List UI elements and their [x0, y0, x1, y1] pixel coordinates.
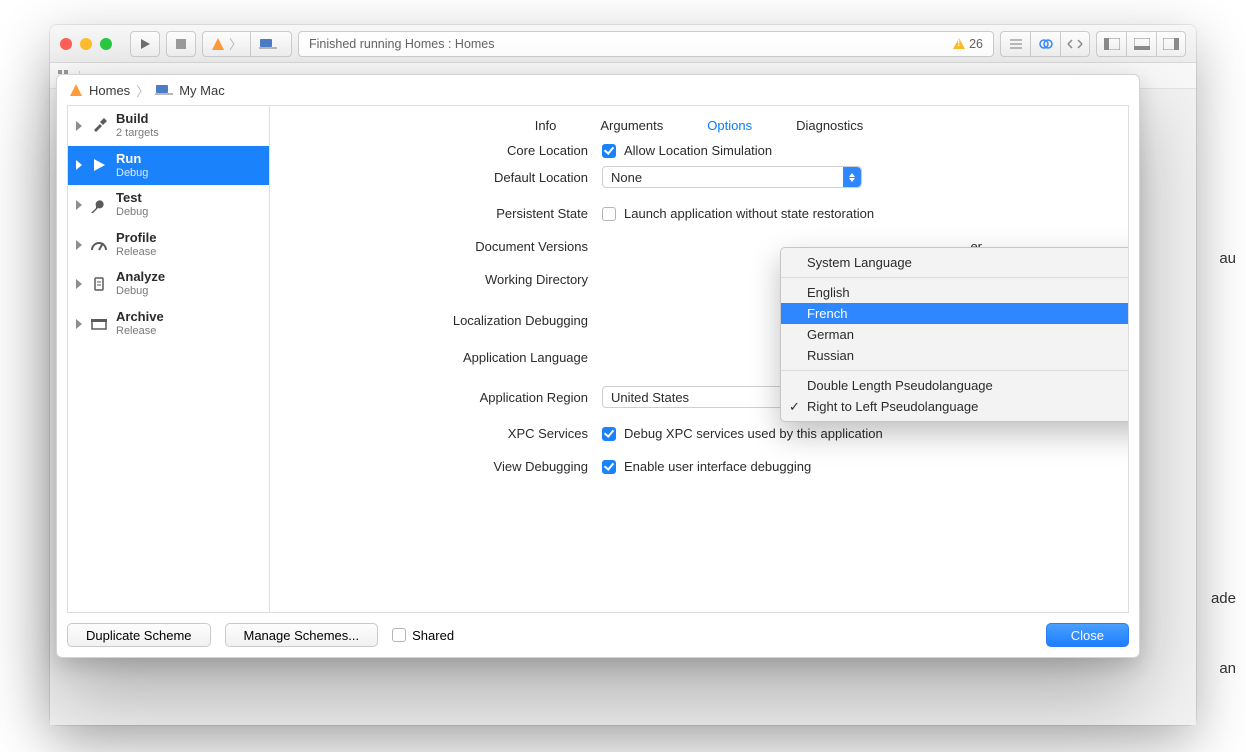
- application-region-value: United States: [611, 390, 689, 405]
- background-text: au: [1219, 250, 1236, 267]
- breadcrumb-destination: My Mac: [179, 83, 225, 98]
- allow-location-simulation-text: Allow Location Simulation: [624, 143, 772, 158]
- xpc-checkbox[interactable]: [602, 427, 616, 441]
- menu-item[interactable]: English: [781, 282, 1128, 303]
- xpc-text: Debug XPC services used by this applicat…: [624, 426, 883, 441]
- gauge-icon: [90, 239, 108, 251]
- default-location-popup[interactable]: None: [602, 166, 862, 188]
- stop-button[interactable]: [166, 31, 196, 57]
- application-region-label: Application Region: [288, 390, 588, 405]
- phase-build[interactable]: Build2 targets: [68, 106, 269, 146]
- destination-mac-icon: [259, 38, 277, 50]
- menu-separator: [781, 370, 1128, 371]
- application-language-label: Application Language: [288, 350, 588, 365]
- close-button[interactable]: Close: [1046, 623, 1129, 647]
- menu-item[interactable]: French: [781, 303, 1128, 324]
- duplicate-scheme-button[interactable]: Duplicate Scheme: [67, 623, 211, 647]
- disclosure-icon: [76, 319, 82, 329]
- scheme-tabs[interactable]: Info Arguments Options Diagnostics: [288, 106, 1110, 143]
- phase-profile[interactable]: ProfileRelease: [68, 225, 269, 265]
- tab-options[interactable]: Options: [707, 118, 752, 133]
- status-text: Finished running Homes : Homes: [309, 37, 495, 51]
- document-versions-label: Document Versions: [288, 239, 588, 254]
- background-text: ade: [1211, 590, 1236, 607]
- tab-arguments[interactable]: Arguments: [600, 118, 663, 133]
- destination-mac-icon: [155, 84, 173, 96]
- menu-item[interactable]: German: [781, 324, 1128, 345]
- minimize-window-button[interactable]: [80, 38, 92, 50]
- warning-count: 26: [969, 37, 983, 51]
- application-language-menu[interactable]: System Language English French German Ru…: [780, 247, 1128, 422]
- menu-item[interactable]: Right to Left Pseudolanguage: [781, 396, 1128, 417]
- close-window-button[interactable]: [60, 38, 72, 50]
- working-directory-label: Working Directory: [288, 272, 588, 287]
- shared-checkbox-row[interactable]: Shared: [392, 628, 454, 643]
- phase-test[interactable]: TestDebug: [68, 185, 269, 225]
- menu-item[interactable]: System Language: [781, 252, 1128, 273]
- run-button[interactable]: [130, 31, 160, 57]
- menu-separator: [781, 277, 1128, 278]
- localization-debugging-label: Localization Debugging: [288, 313, 588, 328]
- activity-status-bar[interactable]: Finished running Homes : Homes 26: [298, 31, 994, 57]
- app-icon: [69, 83, 83, 97]
- hammer-icon: [90, 118, 108, 134]
- disclosure-icon: [76, 279, 82, 289]
- scheme-selector[interactable]: 〉: [202, 31, 292, 57]
- warning-icon: [953, 38, 965, 49]
- wrench-icon: [90, 197, 108, 213]
- view-toggle-buttons[interactable]: [1096, 31, 1186, 57]
- shared-checkbox[interactable]: [392, 628, 406, 642]
- background-text: an: [1219, 660, 1236, 677]
- persistent-state-label: Persistent State: [288, 206, 588, 221]
- scheme-phase-list[interactable]: Build2 targets RunDebug TestDebug Profil…: [68, 106, 270, 612]
- chevron-right-icon: 〉: [136, 81, 149, 100]
- play-icon: [90, 158, 108, 172]
- scheme-editor-sheet: Homes 〉 My Mac Build2 targets RunDebug T…: [56, 74, 1140, 658]
- allow-location-simulation-checkbox[interactable]: [602, 144, 616, 158]
- persistent-state-text: Launch application without state restora…: [624, 206, 874, 221]
- disclosure-icon: [76, 160, 82, 170]
- app-icon: [211, 37, 225, 51]
- tab-info[interactable]: Info: [535, 118, 557, 133]
- sheet-footer: Duplicate Scheme Manage Schemes... Share…: [67, 619, 1129, 651]
- phase-archive[interactable]: ArchiveRelease: [68, 304, 269, 344]
- default-location-value: None: [611, 170, 642, 185]
- disclosure-icon: [76, 121, 82, 131]
- view-debugging-label: View Debugging: [288, 459, 588, 474]
- warnings-indicator[interactable]: 26: [953, 37, 983, 51]
- manage-schemes-button[interactable]: Manage Schemes...: [225, 623, 379, 647]
- breadcrumb-project: Homes: [89, 83, 130, 98]
- default-location-label: Default Location: [288, 170, 588, 185]
- menu-item[interactable]: Russian: [781, 345, 1128, 366]
- analyze-icon: [90, 277, 108, 291]
- view-debugging-text: Enable user interface debugging: [624, 459, 811, 474]
- menu-item[interactable]: Double Length Pseudolanguage: [781, 375, 1128, 396]
- titlebar: 〉 Finished running Homes : Homes 26: [50, 25, 1196, 63]
- phase-run[interactable]: RunDebug: [68, 146, 269, 186]
- editor-mode-buttons[interactable]: [1000, 31, 1090, 57]
- sheet-body: Build2 targets RunDebug TestDebug Profil…: [67, 105, 1129, 613]
- persistent-state-checkbox[interactable]: [602, 207, 616, 221]
- view-debugging-checkbox[interactable]: [602, 460, 616, 474]
- disclosure-icon: [76, 200, 82, 210]
- zoom-window-button[interactable]: [100, 38, 112, 50]
- window-traffic-lights[interactable]: [60, 38, 112, 50]
- xpc-services-label: XPC Services: [288, 426, 588, 441]
- tab-diagnostics[interactable]: Diagnostics: [796, 118, 863, 133]
- options-panel: Info Arguments Options Diagnostics Core …: [270, 106, 1128, 612]
- shared-label: Shared: [412, 628, 454, 643]
- core-location-label: Core Location: [288, 143, 588, 158]
- scheme-breadcrumb[interactable]: Homes 〉 My Mac: [57, 75, 1139, 105]
- phase-analyze[interactable]: AnalyzeDebug: [68, 264, 269, 304]
- archive-icon: [90, 318, 108, 330]
- disclosure-icon: [76, 240, 82, 250]
- popup-arrows-icon: [843, 167, 861, 187]
